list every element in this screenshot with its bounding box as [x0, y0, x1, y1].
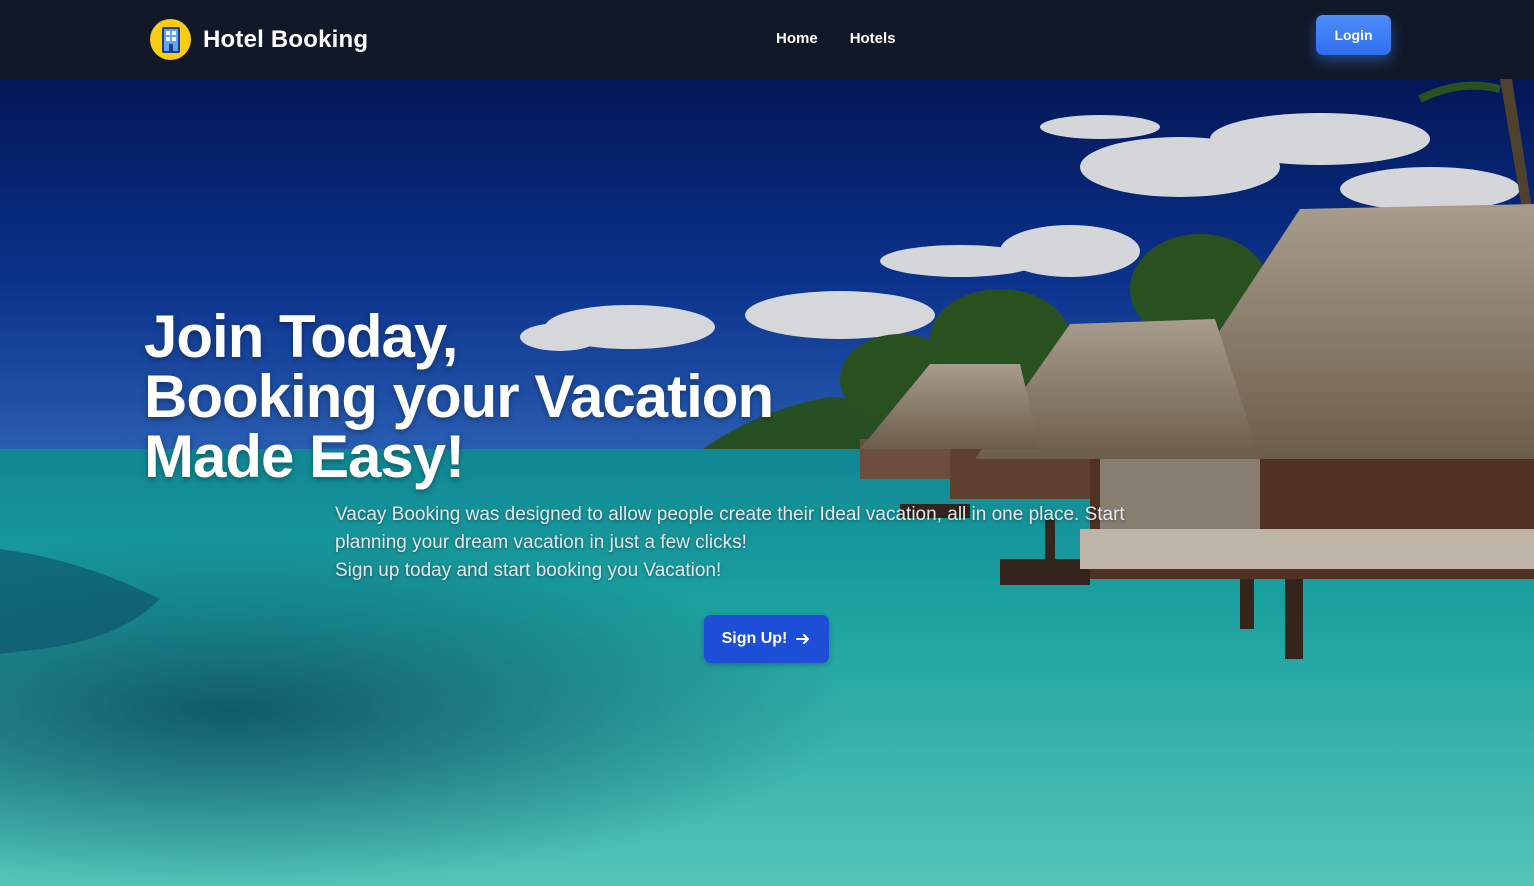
arrow-right-icon	[795, 631, 811, 647]
brand[interactable]: Hotel Booking	[150, 19, 368, 60]
hero-title-line: Booking your Vacation	[144, 363, 774, 430]
hero-description: Vacay Booking was designed to allow peop…	[335, 501, 1175, 585]
signup-button-label: Sign Up!	[721, 630, 788, 647]
hero-title: Join Today, Booking your Vacation Made E…	[144, 303, 774, 490]
login-button[interactable]: Login	[1316, 15, 1391, 55]
hero-section: Join Today, Booking your Vacation Made E…	[0, 79, 1534, 886]
hero-title-line: Made Easy!	[144, 423, 465, 490]
signup-button[interactable]: Sign Up!	[704, 615, 829, 663]
brand-name: Hotel Booking	[203, 25, 369, 53]
nav-link-home[interactable]: Home	[776, 30, 818, 47]
nav-link-hotels[interactable]: Hotels	[850, 30, 896, 47]
hero-description-line: Sign up today and start booking you Vaca…	[335, 560, 722, 581]
hero-title-line: Join Today,	[144, 303, 458, 370]
hero-description-line: Vacay Booking was designed to allow peop…	[335, 504, 1125, 525]
hotel-building-icon	[150, 19, 191, 60]
hero-description-line: planning your dream vacation in just a f…	[335, 532, 747, 553]
nav-links: Home Hotels	[776, 30, 896, 47]
navbar: Hotel Booking Home Hotels Login	[0, 0, 1534, 79]
